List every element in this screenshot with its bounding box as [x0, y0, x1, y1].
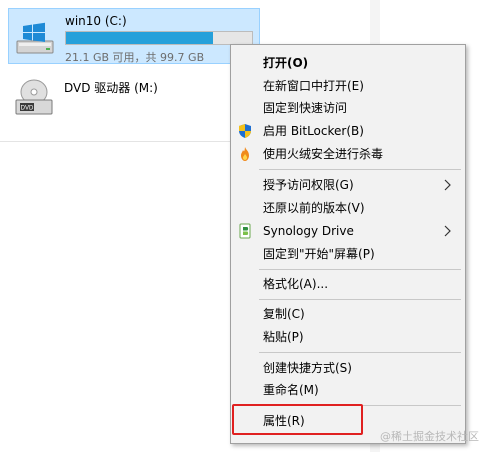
drive-dvd-tile[interactable]: DVD DVD 驱动器 (M:) — [8, 74, 260, 130]
menu-item-paste[interactable]: 粘贴(P) — [233, 326, 463, 348]
menu-item-format[interactable]: 格式化(A)... — [233, 273, 463, 295]
menu-item-label: 在新窗口中打开(E) — [263, 79, 364, 93]
dvd-badge: DVD — [21, 106, 34, 112]
menu-item-label: 粘贴(P) — [263, 330, 304, 344]
menu-item-open[interactable]: 打开(O) — [233, 52, 463, 74]
menu-item-label: 重命名(M) — [263, 383, 319, 397]
menu-item-copy[interactable]: 复制(C) — [233, 303, 463, 325]
watermark: @稀土掘金技术社区 — [380, 430, 479, 443]
hard-drive-icon — [16, 22, 54, 54]
menu-item-label: 授予访问权限(G) — [263, 178, 354, 192]
menu-item-synology-drive[interactable]: Synology Drive — [233, 220, 463, 242]
menu-item-grant-access[interactable]: 授予访问权限(G) — [233, 174, 463, 196]
menu-item-label: 固定到"开始"屏幕(P) — [263, 247, 375, 261]
menu-item-label: 启用 BitLocker(B) — [263, 124, 364, 138]
menu-item-label: 固定到快速访问 — [263, 101, 348, 115]
menu-item-pin-start[interactable]: 固定到"开始"屏幕(P) — [233, 243, 463, 265]
menu-item-open-new-window[interactable]: 在新窗口中打开(E) — [233, 75, 463, 97]
dvd-drive-icon: DVD — [15, 79, 53, 115]
menu-item-label: 格式化(A)... — [263, 277, 329, 291]
drive-c-name: win10 (C:) — [65, 14, 127, 28]
explorer-window: win10 (C:) 21.1 GB 可用，共 99.7 GB DVD DVD … — [0, 0, 492, 452]
context-menu: 打开(O) 在新窗口中打开(E) 固定到快速访问 启用 BitLocker(B)… — [230, 44, 466, 444]
menu-separator — [259, 269, 461, 270]
menu-separator — [259, 169, 461, 170]
menu-item-label: 打开(O) — [263, 56, 309, 70]
menu-item-label: 创建快捷方式(S) — [263, 361, 352, 375]
properties-highlight-box — [232, 404, 363, 435]
menu-separator — [259, 352, 461, 353]
synology-drive-icon — [239, 223, 251, 239]
drive-c-usage-fill — [66, 32, 213, 44]
shield-icon — [239, 124, 251, 138]
menu-item-label: Synology Drive — [263, 224, 354, 238]
menu-item-restore-versions[interactable]: 还原以前的版本(V) — [233, 197, 463, 219]
menu-item-label: 使用火绒安全进行杀毒 — [263, 147, 384, 161]
menu-item-label: 复制(C) — [263, 307, 305, 321]
menu-item-rename[interactable]: 重命名(M) — [233, 379, 463, 401]
drive-dvd-name: DVD 驱动器 (M:) — [64, 81, 158, 95]
drive-c-tile[interactable]: win10 (C:) 21.1 GB 可用，共 99.7 GB — [8, 8, 260, 64]
chevron-right-icon — [444, 225, 451, 237]
drive-c-usage-bar — [65, 31, 253, 45]
menu-separator — [259, 299, 461, 300]
menu-item-bitlocker[interactable]: 启用 BitLocker(B) — [233, 120, 463, 142]
menu-item-create-shortcut[interactable]: 创建快捷方式(S) — [233, 357, 463, 379]
chevron-right-icon — [444, 179, 451, 191]
huorong-flame-icon — [241, 147, 249, 161]
menu-item-pin-quick-access[interactable]: 固定到快速访问 — [233, 97, 463, 119]
drive-c-usage-text: 21.1 GB 可用，共 99.7 GB — [65, 51, 205, 64]
menu-item-label: 还原以前的版本(V) — [263, 201, 365, 215]
menu-item-huorong-scan[interactable]: 使用火绒安全进行杀毒 — [233, 143, 463, 165]
